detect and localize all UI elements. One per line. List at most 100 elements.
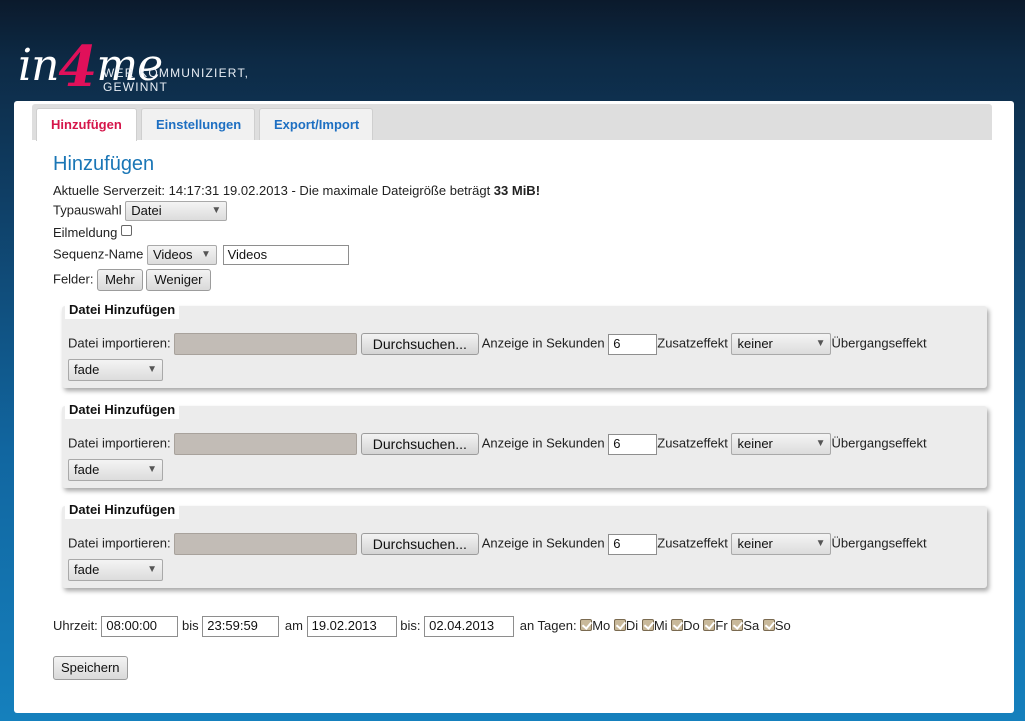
file-path-field[interactable]	[174, 533, 358, 555]
sequenz-label: Sequenz-Name	[53, 246, 144, 262]
chevron-down-icon: ▼	[147, 564, 157, 575]
tab-einstellungen[interactable]: Einstellungen	[141, 108, 255, 140]
chevron-down-icon: ▼	[147, 464, 157, 475]
file-path-field[interactable]	[174, 433, 358, 455]
felder-label: Felder:	[53, 271, 94, 287]
transition-label: Übergangseffekt	[831, 535, 927, 551]
typauswahl-label: Typauswahl	[53, 202, 122, 218]
day-label: Fr	[715, 617, 728, 633]
day-label: Do	[683, 617, 700, 633]
effect-label: Zusatzeffekt	[657, 335, 728, 351]
bis-date-label: bis:	[400, 617, 421, 633]
transition-select[interactable]: fade ▼	[68, 459, 163, 481]
day-checkbox-mi[interactable]	[641, 618, 654, 631]
chevron-down-icon: ▼	[815, 338, 826, 349]
save-button[interactable]: Speichern	[53, 656, 128, 680]
file-box: Datei Hinzufügen Datei importieren: Durc…	[62, 301, 987, 388]
browse-button[interactable]: Durchsuchen...	[360, 433, 479, 455]
typauswahl-select[interactable]: Datei ▼	[125, 201, 228, 221]
transition-select[interactable]: fade ▼	[68, 359, 163, 381]
effect-label: Zusatzeffekt	[657, 535, 728, 551]
max-file-size: 33 MiB!	[493, 183, 541, 198]
sequenz-row: Sequenz-Name Videos ▼ Videos	[53, 245, 349, 265]
logo: in4me WER KOMMUNIZIERT, GEWINNT	[18, 20, 318, 100]
weniger-button[interactable]: Weniger	[146, 269, 211, 291]
seconds-input[interactable]: 6	[608, 533, 658, 555]
page-title: Hinzufügen	[53, 153, 155, 175]
main-panel: Hinzufügen Einstellungen Export/Import H…	[14, 101, 1014, 713]
seconds-input[interactable]: 6	[608, 333, 658, 355]
file-box: Datei Hinzufügen Datei importieren: Durc…	[62, 501, 987, 588]
file-box-legend: Datei Hinzufügen	[65, 401, 180, 419]
effect-value: keiner	[737, 536, 773, 551]
day-checkbox-di[interactable]	[613, 618, 626, 631]
chevron-down-icon: ▼	[815, 538, 826, 549]
file-box-line: Datei importieren: Durchsuchen... Anzeig…	[68, 533, 927, 555]
server-info-text: Aktuelle Serverzeit: 14:17:31 19.02.2013…	[53, 183, 494, 198]
file-box-legend: Datei Hinzufügen	[65, 301, 180, 319]
time-to-input[interactable]: 23:59:59	[202, 616, 280, 637]
tagline: WER KOMMUNIZIERT, GEWINNT	[103, 66, 250, 94]
time-label: Uhrzeit:	[53, 617, 98, 633]
effect-value: keiner	[737, 436, 773, 451]
day-checkbox-fr[interactable]	[703, 618, 716, 631]
day-label: Mo	[592, 617, 611, 633]
file-box-line: Datei importieren: Durchsuchen... Anzeig…	[68, 433, 927, 455]
save-row: Speichern	[53, 656, 128, 680]
seconds-label: Anzeige in Sekunden	[481, 435, 605, 451]
effect-select[interactable]: keiner ▼	[731, 533, 832, 555]
felder-row: Felder: Mehr Weniger	[53, 269, 211, 291]
seconds-label: Anzeige in Sekunden	[481, 335, 605, 351]
tab-bar: Hinzufügen Einstellungen Export/Import	[32, 104, 992, 141]
tab-hinzufuegen[interactable]: Hinzufügen	[36, 108, 137, 141]
effect-select[interactable]: keiner ▼	[731, 333, 832, 355]
transition-value: fade	[74, 362, 100, 377]
day-label: Di	[625, 617, 639, 633]
tab-export-import[interactable]: Export/Import	[259, 108, 373, 140]
import-label: Datei importieren:	[68, 335, 171, 351]
day-checkbox-so[interactable]	[762, 618, 775, 631]
typauswahl-row: Typauswahl Datei ▼	[53, 201, 228, 221]
am-label: am	[284, 617, 303, 633]
mehr-button[interactable]: Mehr	[97, 269, 143, 291]
effect-select[interactable]: keiner ▼	[731, 433, 832, 455]
sequenz-select[interactable]: Videos ▼	[146, 245, 217, 265]
date-to-input[interactable]: 02.04.2013	[424, 616, 515, 637]
file-path-field[interactable]	[174, 333, 358, 355]
sequenz-name-input[interactable]: Videos	[222, 245, 349, 265]
day-label: Sa	[743, 617, 760, 633]
date-from-input[interactable]: 19.02.2013	[306, 616, 397, 637]
import-label: Datei importieren:	[68, 535, 171, 551]
day-checkbox-mo[interactable]	[580, 618, 593, 631]
eilmeldung-checkbox[interactable]	[120, 225, 132, 237]
effect-value: keiner	[737, 336, 773, 351]
file-box-line: Datei importieren: Durchsuchen... Anzeig…	[68, 333, 927, 355]
chevron-down-icon: ▼	[201, 249, 211, 260]
seconds-input[interactable]: 6	[608, 433, 658, 455]
file-box-legend: Datei Hinzufügen	[65, 501, 180, 519]
file-box-line2: fade ▼	[68, 359, 163, 381]
chevron-down-icon: ▼	[147, 364, 157, 375]
time-from-input[interactable]: 08:00:00	[101, 616, 179, 637]
sequenz-select-value: Videos	[152, 247, 193, 262]
server-info: Aktuelle Serverzeit: 14:17:31 19.02.2013…	[53, 183, 540, 198]
file-box-line2: fade ▼	[68, 559, 163, 581]
browse-button[interactable]: Durchsuchen...	[360, 533, 479, 555]
typauswahl-value: Datei	[131, 203, 162, 218]
day-checkbox-do[interactable]	[671, 618, 684, 631]
day-label: So	[774, 617, 791, 633]
schedule-row: Uhrzeit: 08:00:00 bis 23:59:59 am 19.02.…	[53, 616, 791, 637]
eilmeldung-row: Eilmeldung	[53, 225, 132, 240]
transition-label: Übergangseffekt	[831, 335, 927, 351]
day-checkbox-sa[interactable]	[731, 618, 744, 631]
logo-prefix: in	[18, 40, 59, 91]
chevron-down-icon: ▼	[815, 438, 826, 449]
seconds-label: Anzeige in Sekunden	[481, 535, 605, 551]
browse-button[interactable]: Durchsuchen...	[360, 333, 479, 355]
import-label: Datei importieren:	[68, 435, 171, 451]
transition-value: fade	[74, 562, 100, 577]
transition-select[interactable]: fade ▼	[68, 559, 163, 581]
logo-number: 4	[58, 34, 97, 100]
days-label: an Tagen:	[519, 617, 577, 633]
effect-label: Zusatzeffekt	[657, 435, 728, 451]
